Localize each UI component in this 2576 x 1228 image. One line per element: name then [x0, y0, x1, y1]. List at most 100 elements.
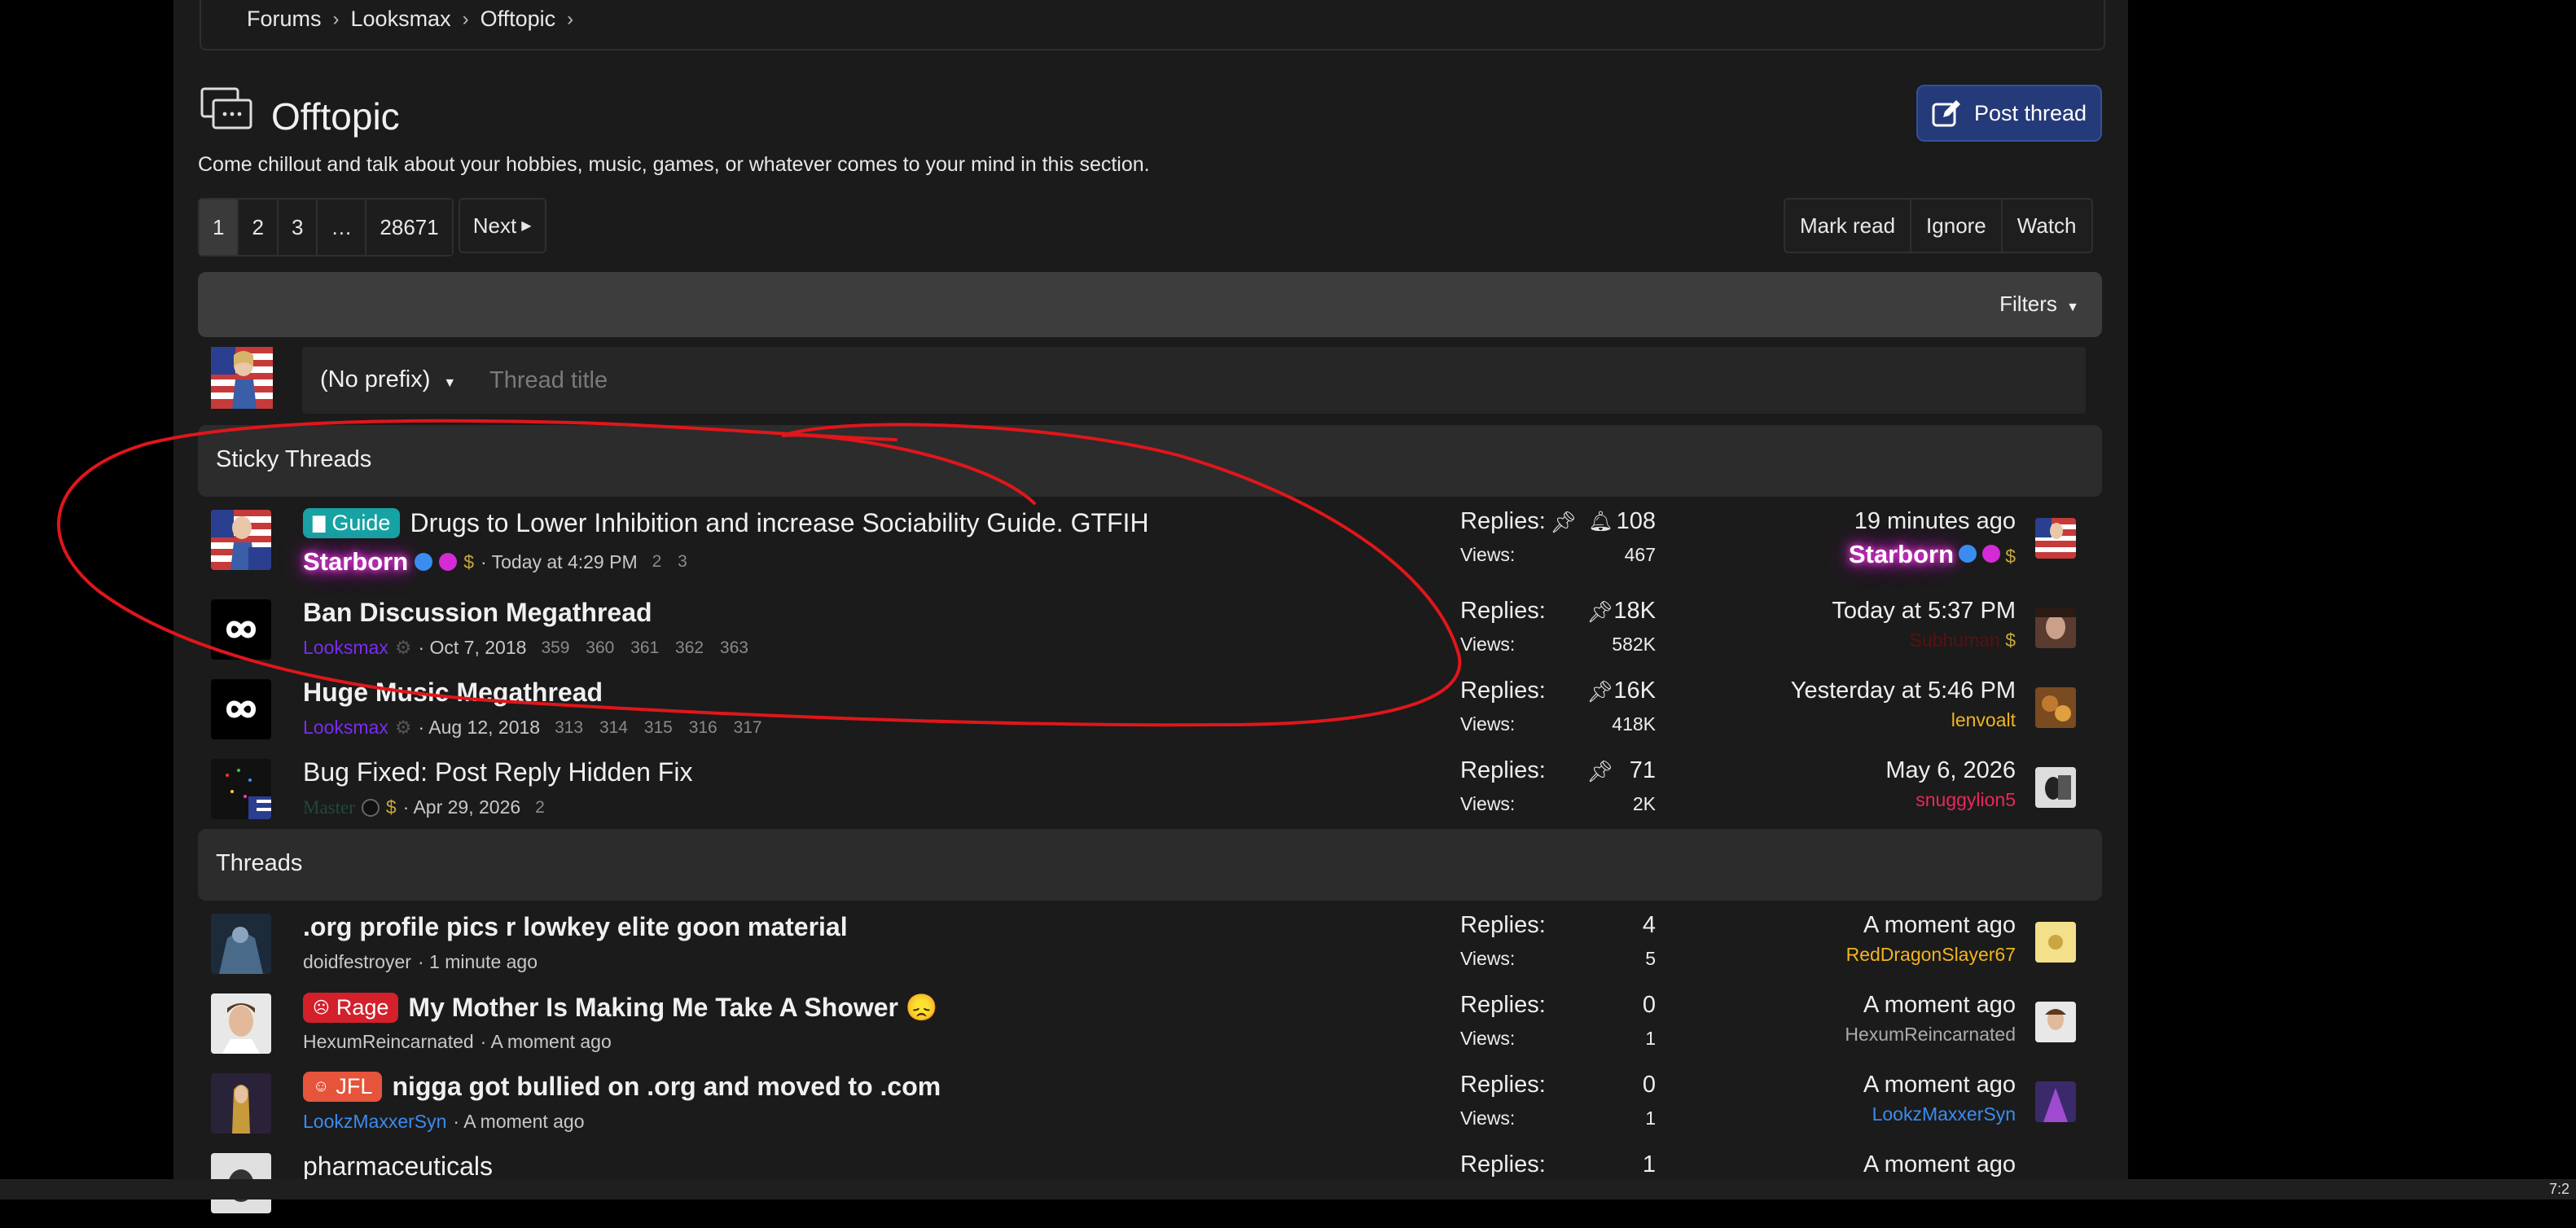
thread-page-links[interactable]: 2 3	[652, 552, 687, 572]
money-bag-icon: $	[2005, 629, 2016, 651]
last-poster-avatar	[2035, 1002, 2076, 1042]
os-taskbar: 7:2	[0, 1179, 2576, 1199]
thread-title[interactable]: ☹ Rage My Mother Is Making Me Take A Sho…	[303, 992, 938, 1023]
next-page-button[interactable]: Next ▶	[458, 198, 546, 253]
thread-title[interactable]: ☺ JFL nigga got bullied on .org and move…	[303, 1072, 941, 1102]
thread-page-links[interactable]: 2	[535, 798, 545, 818]
book-icon: ▇	[313, 515, 326, 533]
rage-prefix-label: ☹ Rage	[303, 992, 399, 1023]
pin-icon: 📌︎	[1586, 599, 1614, 624]
taskbar-clock: 7:2	[2548, 1181, 2569, 1197]
thread-row[interactable]: ☺ JFL nigga got bullied on .org and move…	[198, 1068, 2102, 1148]
last-post-time[interactable]: Today at 5:37 PM	[1832, 598, 2016, 625]
page-1-link[interactable]: 1	[200, 200, 239, 255]
thread-status-icons: 📌︎	[1586, 759, 1613, 784]
last-post-time[interactable]: 19 minutes ago	[1849, 508, 2016, 535]
pin-icon: 📌︎	[1586, 759, 1614, 783]
thread-title[interactable]: Bug Fixed: Post Reply Hidden Fix	[303, 757, 692, 787]
thread-author[interactable]: Master	[303, 797, 355, 818]
thread-row[interactable]: Huge Music Megathread Looksmax ⚙ · Aug 1…	[198, 674, 2102, 754]
filters-dropdown[interactable]: Filters ▼	[1999, 292, 2079, 317]
guide-prefix-label: ▇ Guide	[303, 508, 401, 538]
replies-count: 4	[1642, 912, 1656, 938]
pin-icon: 📌︎	[1550, 510, 1578, 534]
breadcrumb-looksmax[interactable]: Looksmax	[351, 7, 451, 32]
thread-author[interactable]: HexumReincarnated	[303, 1031, 474, 1053]
replies-count: 0	[1642, 1072, 1656, 1098]
replies-label: Replies:	[1460, 912, 1546, 938]
replies-label: Replies:	[1460, 678, 1546, 704]
prefix-dropdown[interactable]: (No prefix) ▼	[320, 366, 456, 393]
thread-title-input[interactable]	[488, 355, 2038, 406]
post-thread-button[interactable]: Post thread	[1916, 85, 2102, 142]
thread-author[interactable]: Starborn	[303, 547, 408, 577]
thread-author[interactable]: Looksmax	[303, 637, 388, 659]
last-post-time[interactable]: A moment ago	[1845, 992, 2016, 1019]
jfl-prefix-label: ☺ JFL	[303, 1072, 383, 1102]
thread-row[interactable]: ☹ Rage My Mother Is Making Me Take A Sho…	[198, 989, 2102, 1068]
thread-page-links[interactable]: 359 360 361 362 363	[541, 638, 748, 658]
thread-status-icons: 📌︎	[1586, 679, 1613, 704]
thread-title-text: Drugs to Lower Inhibition and increase S…	[410, 508, 1149, 537]
watch-button[interactable]: Watch	[2003, 200, 2091, 252]
last-post-time[interactable]: May 6, 2026	[1885, 757, 2016, 784]
last-post-user: Starborn $	[1848, 540, 2016, 568]
page-description: Come chillout and talk about your hobbie…	[198, 153, 1150, 176]
page-title: Offtopic	[271, 95, 400, 138]
chevron-right-icon: ›	[567, 7, 574, 30]
views-label: Views:	[1460, 544, 1516, 565]
breadcrumb-forums[interactable]: Forums	[247, 7, 322, 32]
thread-meta: Starborn $ · Today at 4:29 PM 2 3	[303, 547, 687, 577]
thread-author[interactable]: LookzMaxxerSyn	[303, 1111, 446, 1133]
angry-face-icon: ☹	[313, 998, 330, 1017]
last-post-user: RedDragonSlayer67	[1845, 944, 2016, 965]
post-thread-label: Post thread	[1973, 100, 2087, 125]
views-count: 1	[1645, 1107, 1656, 1129]
thread-title[interactable]: pharmaceuticals	[303, 1151, 493, 1182]
page-3-link[interactable]: 3	[278, 200, 318, 255]
page-jump-ellipsis[interactable]: …	[318, 200, 367, 255]
threads-title: Threads	[216, 850, 303, 876]
thread-title[interactable]: .org profile pics r lowkey elite goon ma…	[303, 912, 848, 942]
views-count: 1	[1645, 1028, 1656, 1049]
last-post-user: LookzMaxxerSyn	[1872, 1103, 2016, 1125]
page-last-link[interactable]: 28671	[366, 200, 452, 255]
thread-title[interactable]: Ban Discussion Megathread	[303, 598, 652, 628]
thread-title[interactable]: Huge Music Megathread	[303, 678, 603, 708]
caret-down-icon: ▼	[2066, 300, 2079, 314]
last-post-time[interactable]: Yesterday at 5:46 PM	[1791, 678, 2016, 704]
breadcrumb: Forums › Looksmax › Offtopic ›	[247, 7, 573, 32]
thread-row[interactable]: Ban Discussion Megathread Looksmax ⚙ · O…	[198, 594, 2102, 674]
last-post-time[interactable]: A moment ago	[1863, 1151, 2016, 1178]
thread-title[interactable]: ▇ Guide Drugs to Lower Inhibition and in…	[303, 508, 1149, 538]
thread-author[interactable]: doidfestroyer	[303, 951, 411, 973]
page-2-link[interactable]: 2	[239, 200, 279, 255]
robot-icon: ⚙	[394, 717, 412, 738]
mark-read-button[interactable]: Mark read	[1785, 200, 1912, 252]
thread-meta: doidfestroyer · 1 minute ago	[303, 951, 538, 973]
laughing-face-icon: ☺	[313, 1077, 330, 1095]
last-post: A moment ago LookzMaxxerSyn	[1863, 1072, 2016, 1125]
last-post: A moment ago	[1863, 1151, 2016, 1178]
robot-icon: ⚙	[394, 637, 412, 658]
last-post-time[interactable]: A moment ago	[1846, 912, 2016, 939]
thread-row[interactable]: .org profile pics r lowkey elite goon ma…	[198, 909, 2102, 989]
ignore-button[interactable]: Ignore	[1911, 200, 2003, 252]
thread-row[interactable]: ▇ Guide Drugs to Lower Inhibition and in…	[198, 505, 2102, 585]
quick-thread-row: (No prefix) ▼	[198, 345, 2102, 419]
breadcrumb-offtopic[interactable]: Offtopic	[481, 7, 556, 32]
last-poster-avatar	[2035, 607, 2076, 648]
last-post-user: HexumReincarnated	[1845, 1024, 2016, 1045]
views-count: 2K	[1632, 793, 1656, 814]
thread-author[interactable]: Looksmax	[303, 717, 388, 739]
thread-page-links[interactable]: 313 314 315 316 317	[555, 718, 762, 738]
views-label: Views:	[1460, 1107, 1516, 1129]
last-post: A moment ago RedDragonSlayer67	[1846, 912, 2016, 966]
thread-row[interactable]: Bug Fixed: Post Reply Hidden Fix Master …	[198, 754, 2102, 834]
thread-meta: Master $ · Apr 29, 2026 2	[303, 796, 545, 818]
thread-meta: HexumReincarnated · A moment ago	[303, 1031, 612, 1053]
last-post: Today at 5:37 PM Subhuman $	[1832, 598, 2016, 651]
replies-count: 18K	[1613, 598, 1656, 624]
last-post-time[interactable]: A moment ago	[1863, 1072, 2016, 1099]
user-avatar	[211, 347, 273, 409]
